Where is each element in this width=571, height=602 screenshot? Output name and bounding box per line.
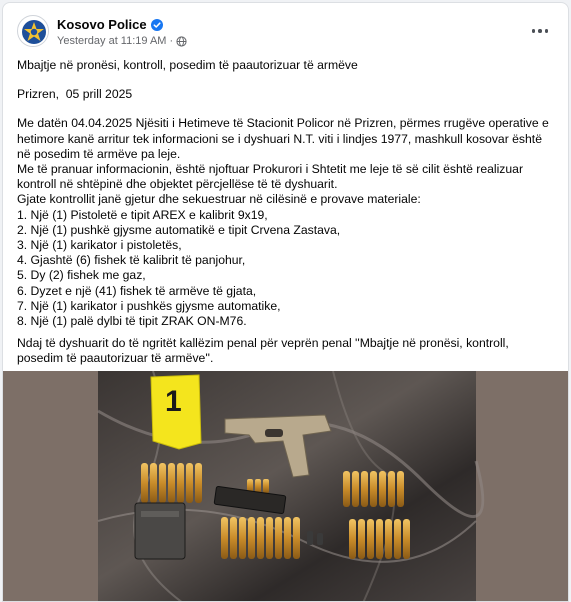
globe-icon[interactable] — [176, 35, 187, 47]
meta-separator: · — [169, 35, 174, 47]
list-item: 4. Gjashtë (6) fishek të kalibrit të pan… — [17, 253, 246, 268]
facebook-post: Kosovo Police Yesterday at 11:19 AM · Mb… — [2, 2, 569, 602]
evidence-marker-number: 1 — [165, 385, 182, 418]
post-dateline: Prizren, 05 prill 2025 — [17, 87, 133, 102]
more-options-icon[interactable] — [528, 23, 552, 39]
list-item: 5. Dy (2) fishek me gaz, — [17, 268, 146, 283]
author-row: Kosovo Police — [57, 17, 163, 32]
seized-weapons-photo: 1 — [3, 370, 568, 601]
cartridges-left — [141, 463, 202, 503]
post-meta: Yesterday at 11:19 AM · — [57, 35, 187, 47]
verified-badge-icon — [150, 18, 163, 31]
author-name[interactable]: Kosovo Police — [57, 17, 147, 32]
list-item: 8. Një (1) palë dylbi të tipit ZRAK ON-M… — [17, 314, 247, 329]
post-timestamp[interactable]: Yesterday at 11:19 AM — [57, 35, 166, 47]
police-badge-logo-icon — [19, 17, 48, 46]
post-header: Kosovo Police Yesterday at 11:19 AM · — [17, 15, 554, 55]
list-intro: Gjate kontrollit janë gjetur dhe sekuest… — [17, 192, 421, 207]
closing-paragraph: Ndaj të dyshuarit do të ngritët kallëzim… — [17, 336, 513, 366]
list-item: 6. Dyzet e një (41) fishek të armëve të … — [17, 283, 257, 298]
post-body: Mbajtje në pronësi, kontroll, posedim të… — [17, 58, 557, 367]
paragraph-2: Me të pranuar informacionin, është njoft… — [17, 162, 527, 192]
list-item: 2. Një (1) pushkë gjysme automatikë e ti… — [17, 222, 341, 237]
paragraph-1: Me datën 04.04.2025 Njësiti i Hetimeve t… — [17, 116, 553, 161]
list-item: 1. Një (1) Pistoletë e tipit AREX e kali… — [17, 207, 268, 222]
post-title: Mbajtje në pronësi, kontroll, posedim të… — [17, 58, 358, 72]
list-item: 3. Një (1) karikator i pistoletës, — [17, 238, 182, 253]
evidence-photo[interactable]: 1 — [3, 370, 568, 601]
list-item: 7. Një (1) karikator i pushkës gjysme au… — [17, 298, 281, 313]
kosovo-police-avatar[interactable] — [17, 15, 49, 47]
cartridges-center — [221, 517, 300, 559]
